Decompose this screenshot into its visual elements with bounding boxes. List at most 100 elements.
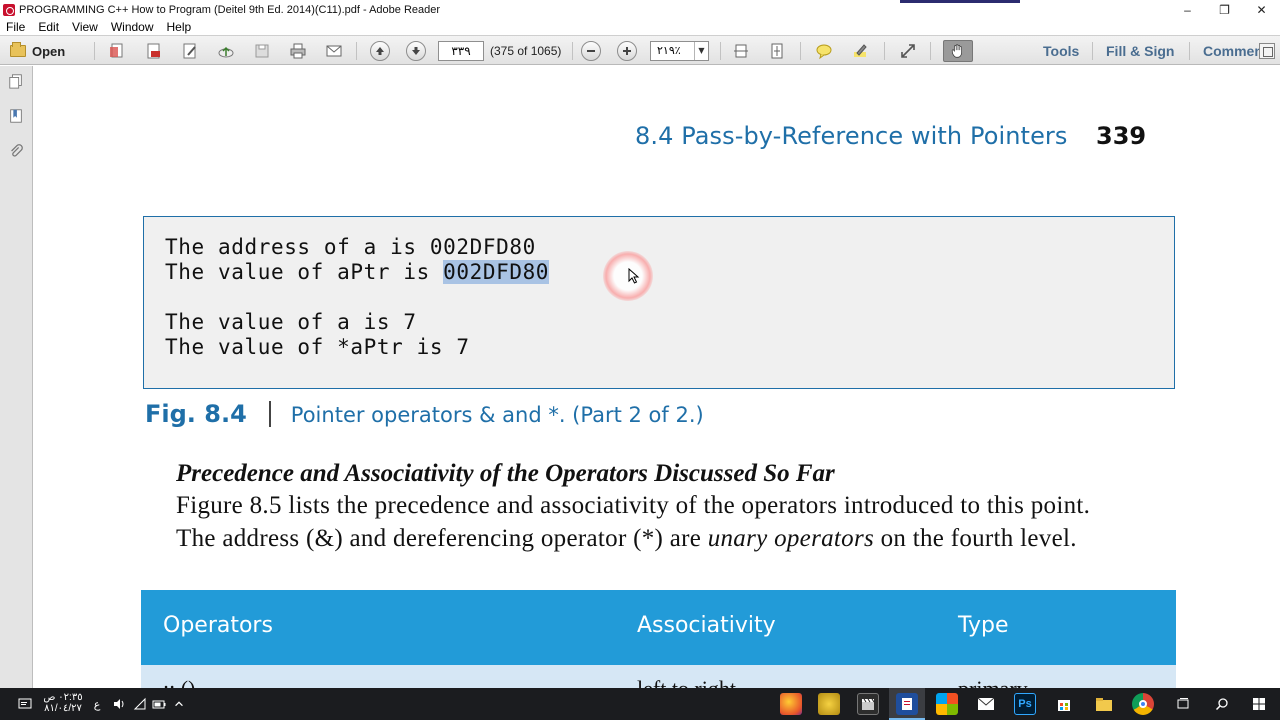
- app-icon-tiles[interactable]: [936, 693, 958, 715]
- output-line[interactable]: The address of a is 002DFD80: [165, 235, 536, 259]
- column-header-type: Type: [958, 613, 1009, 638]
- hand-icon: [951, 44, 962, 58]
- zoom-out-button[interactable]: [581, 41, 601, 61]
- toolbar-divider: [1189, 42, 1190, 60]
- menu-bar: File Edit View Window Help: [0, 19, 1280, 35]
- title-accent-strip: [900, 0, 1020, 3]
- photoshop-icon[interactable]: Ps: [1014, 693, 1036, 715]
- volume-icon[interactable]: [112, 697, 126, 711]
- start-windows-icon[interactable]: [1252, 697, 1266, 711]
- toolbar-divider: [1092, 42, 1093, 60]
- bookmarks-icon[interactable]: [7, 107, 25, 125]
- window-controls: – ❐ ✕: [1169, 0, 1280, 19]
- file-explorer-icon[interactable]: [1093, 693, 1115, 715]
- adobe-reader-taskbar-icon[interactable]: [896, 693, 918, 715]
- zoom-in-button[interactable]: [617, 41, 637, 61]
- previous-page-button[interactable]: [370, 41, 390, 61]
- minimize-button[interactable]: –: [1169, 0, 1206, 19]
- next-page-button[interactable]: [406, 41, 426, 61]
- store-icon[interactable]: [1053, 693, 1075, 715]
- hand-tool-button[interactable]: [943, 40, 973, 62]
- paragraph-line: Figure 8.5 lists the precedence and asso…: [176, 492, 1091, 519]
- toolbar-divider: [572, 42, 573, 60]
- collapse-toolbar-button[interactable]: [1259, 43, 1275, 59]
- action-center-icon[interactable]: [18, 697, 32, 711]
- table-cell-type: primary: [958, 676, 1028, 688]
- toolbar-divider: [800, 42, 801, 60]
- sticky-note-icon[interactable]: [815, 42, 833, 60]
- document-view[interactable]: 8.4 Pass-by-Reference with Pointers 339 …: [34, 66, 1280, 688]
- open-label: Open: [32, 43, 66, 59]
- page-number: 339: [1096, 122, 1147, 150]
- column-header-associativity: Associativity: [637, 613, 776, 638]
- cloud-upload-icon[interactable]: [217, 42, 235, 60]
- figure-caption-text: Pointer operators & and *. (Part 2 of 2.…: [290, 403, 704, 427]
- clock-date: ٨١/٠٤/٢٧: [44, 703, 82, 714]
- menu-file[interactable]: File: [6, 20, 25, 34]
- attachments-icon[interactable]: [7, 142, 25, 160]
- edit-pdf-icon[interactable]: [181, 42, 199, 60]
- table-row: :: () left to right primary: [141, 665, 1176, 688]
- menu-window[interactable]: Window: [111, 20, 154, 34]
- folder-icon: [10, 42, 26, 57]
- create-pdf-icon[interactable]: [108, 42, 126, 60]
- expand-icon[interactable]: [899, 42, 917, 60]
- tools-pane-link[interactable]: Tools: [1043, 43, 1079, 59]
- clock-time: ٠٢:٣٥ ص: [43, 692, 83, 703]
- input-language[interactable]: ع: [90, 697, 104, 711]
- toolbar-divider: [94, 42, 95, 60]
- section-running-head: 8.4 Pass-by-Reference with Pointers: [635, 122, 1068, 150]
- chevron-up-icon[interactable]: [172, 697, 186, 711]
- output-text: The value of aPtr is: [165, 260, 444, 284]
- clapperboard-icon[interactable]: [857, 693, 879, 715]
- paragraph-line: The address (&) and dereferencing operat…: [176, 525, 1077, 553]
- close-button[interactable]: ✕: [1243, 0, 1280, 19]
- fit-page-icon[interactable]: [768, 42, 786, 60]
- taskbar: ٠٢:٣٥ ص ٨١/٠٤/٢٧ ع Ps: [0, 688, 1280, 720]
- output-line[interactable]: The value of a is 7: [165, 310, 417, 334]
- clock[interactable]: ٠٢:٣٥ ص ٨١/٠٤/٢٧: [42, 692, 84, 714]
- page-number-input[interactable]: ٣٣٩: [438, 41, 484, 61]
- export-pdf-icon[interactable]: [145, 42, 163, 60]
- app-icon-gold[interactable]: [818, 693, 840, 715]
- battery-icon[interactable]: [152, 697, 166, 711]
- window-title: PROGRAMMING C++ How to Program (Deitel 9…: [19, 3, 441, 16]
- restore-button[interactable]: ❐: [1206, 0, 1243, 19]
- fill-sign-pane-link[interactable]: Fill & Sign: [1106, 43, 1174, 59]
- navigation-pane: [0, 66, 33, 688]
- highlight-text-icon[interactable]: [851, 42, 869, 60]
- caption-divider: [268, 401, 271, 427]
- output-line[interactable]: The value of aPtr is 002DFD80: [165, 260, 550, 284]
- page-count: (375 of 1065): [490, 44, 562, 58]
- mail-icon[interactable]: [975, 693, 997, 715]
- paragraph-emphasis: unary operators: [707, 525, 875, 552]
- figure-label: Fig. 8.4: [145, 400, 247, 428]
- task-view-icon[interactable]: [1176, 697, 1190, 711]
- paragraph-text: on the fourth level.: [874, 525, 1077, 552]
- column-header-operators: Operators: [163, 613, 273, 638]
- selected-text[interactable]: 002DFD80: [443, 260, 550, 284]
- open-button[interactable]: Open: [10, 40, 65, 62]
- chrome-icon[interactable]: [1132, 693, 1154, 715]
- chevron-down-icon[interactable]: ▼: [694, 42, 708, 60]
- search-icon[interactable]: [1215, 697, 1229, 711]
- toolbar-divider: [884, 42, 885, 60]
- zoom-level-select[interactable]: ٢١٩٪ ▼: [650, 41, 709, 61]
- print-icon[interactable]: [289, 42, 307, 60]
- email-icon[interactable]: [325, 42, 343, 60]
- network-icon[interactable]: [133, 697, 147, 711]
- comment-pane-link[interactable]: Comment: [1203, 43, 1268, 59]
- subsection-heading: Precedence and Associativity of the Oper…: [176, 460, 835, 487]
- title-bar: PROGRAMMING C++ How to Program (Deitel 9…: [0, 0, 1280, 19]
- fit-width-icon[interactable]: [732, 42, 750, 60]
- output-line[interactable]: The value of *aPtr is 7: [165, 335, 470, 359]
- firefox-icon[interactable]: [780, 693, 802, 715]
- toolbar: Open ٣٣٩ (375 of 1065) ٢١٩٪ ▼ Tools Fill…: [0, 35, 1280, 65]
- menu-edit[interactable]: Edit: [38, 20, 59, 34]
- table-cell-operators: :: (): [163, 676, 195, 688]
- menu-view[interactable]: View: [72, 20, 98, 34]
- toolbar-divider: [720, 42, 721, 60]
- menu-help[interactable]: Help: [167, 20, 192, 34]
- page-thumbnails-icon[interactable]: [7, 72, 25, 90]
- save-icon[interactable]: [253, 42, 271, 60]
